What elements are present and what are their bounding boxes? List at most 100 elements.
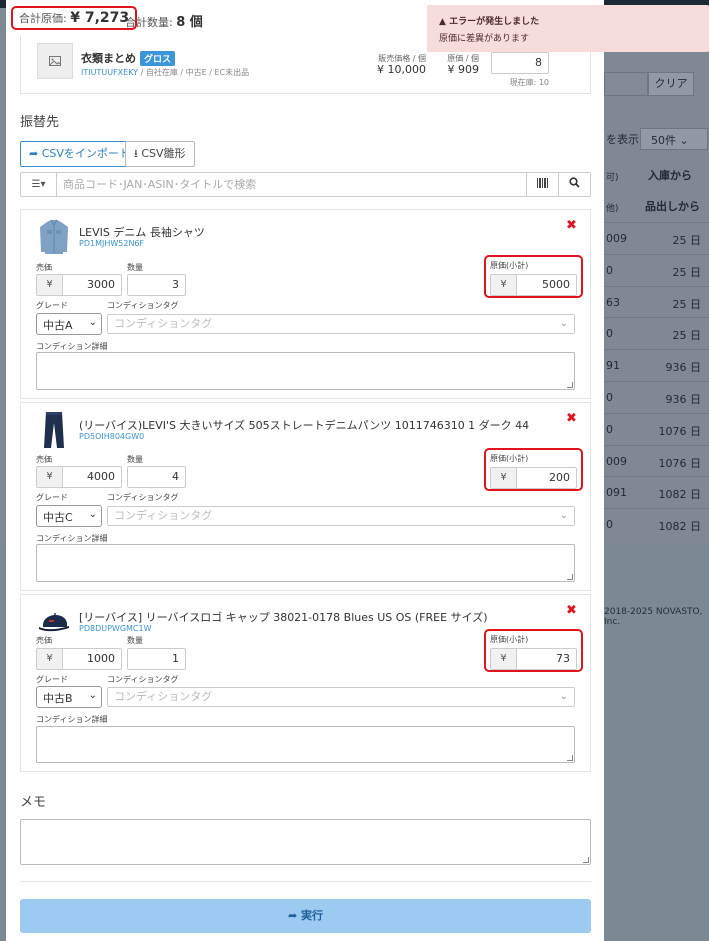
condition-detail-label: コンディション詳細	[36, 534, 108, 543]
source-item-code: ITIUTUUFXEKY / 自社在庫 / 中古E / EC未出品	[81, 68, 250, 77]
sliders-icon: ☰▾	[31, 179, 46, 190]
yen-addon: ¥	[491, 468, 517, 488]
price-input-group: ¥ 1000	[36, 648, 122, 670]
bg-cell-a: 009	[606, 232, 627, 245]
bg-cell-b: 25 日	[672, 265, 702, 279]
qty-input[interactable]: 4	[127, 466, 186, 488]
error-toast[interactable]: ▲ エラーが発生しました 原価に差異があります	[427, 5, 709, 52]
bg-table-row: 0 25 日	[604, 253, 709, 286]
condition-detail-textarea[interactable]	[36, 352, 575, 390]
image-placeholder-icon	[37, 43, 73, 79]
qty-label: 数量	[127, 455, 143, 464]
grade-label: グレード	[36, 675, 68, 684]
bg-cell-b: 1076 日	[658, 456, 702, 470]
qty-label: 数量	[127, 636, 143, 645]
condition-tag-select[interactable]: コンディションタグ ⌄	[107, 314, 575, 334]
bg-table-row: 0 936 日	[604, 381, 709, 413]
bg-cell-b: 936 日	[665, 393, 702, 406]
grade-label: グレード	[36, 301, 68, 310]
yen-addon: ¥	[37, 467, 63, 487]
transfer-modal: 合計原価: ¥ 7,273 合計数量: 8 個 衣類まとめ グロス ITIUTUU…	[6, 0, 604, 941]
qty-input[interactable]: 1	[127, 648, 186, 670]
chevron-down-icon: ⌄	[88, 317, 97, 328]
bg-cell-a: 0	[606, 327, 613, 341]
price-input[interactable]: 1000	[64, 649, 121, 669]
item-code[interactable]: PD8DUPWGMC1W	[79, 624, 152, 633]
bg-col-b-sub: 他)	[606, 204, 619, 214]
bg-cell-a: 0	[606, 391, 613, 404]
cost-input-group: ¥ 5000	[490, 274, 577, 296]
product-search-input[interactable]: 商品コード･JAN･ASIN･タイトルで検索	[61, 173, 525, 196]
condition-tag-label: コンディションタグ	[107, 675, 179, 684]
unit-cost-value: ¥ 909	[447, 63, 480, 76]
bg-cell-b: 1082 日	[658, 488, 702, 502]
cost-input[interactable]: 200	[518, 468, 576, 488]
cost-subtotal-label: 原価(小計)	[490, 261, 529, 270]
item-name: LEVIS デニム 長袖シャツ	[79, 226, 205, 239]
remove-item-icon[interactable]: ✖	[566, 603, 577, 618]
price-input-group: ¥ 3000	[36, 274, 122, 296]
chevron-down-icon: ⌄	[559, 510, 568, 521]
bg-col-b: 品出しから	[645, 200, 700, 213]
csv-template-button[interactable]: ⭳ CSV雛形	[125, 141, 195, 167]
condition-detail-textarea[interactable]	[36, 544, 575, 582]
filter-button[interactable]: ☰▾	[21, 173, 57, 196]
grade-select[interactable]: 中古B ⌄	[36, 686, 102, 708]
bg-copyright: 2018-2025 NOVASTO, Inc.	[604, 607, 703, 627]
bg-cell-a: 63	[606, 295, 620, 309]
total-qty-value: 8 個	[176, 15, 203, 30]
transfer-item-card: (リーバイス)LEVI'S 大きいサイズ 505ストレートデニムパンツ 1011…	[20, 402, 591, 591]
grade-select[interactable]: 中古C ⌄	[36, 505, 102, 527]
cost-input[interactable]: 5000	[518, 275, 576, 295]
bg-col-a: 入庫から	[648, 169, 692, 182]
item-code[interactable]: PD5OIH804GW0	[79, 432, 144, 441]
condition-tag-select[interactable]: コンディションタグ ⌄	[107, 506, 575, 526]
bg-cell-a: 091	[606, 486, 627, 500]
qty-label: 数量	[127, 263, 143, 272]
bg-table-row: 0 1076 日	[604, 412, 709, 445]
price-input[interactable]: 4000	[64, 467, 121, 487]
price-label: 売価	[36, 455, 52, 464]
search-button[interactable]	[558, 173, 590, 196]
sell-price-value: ¥ 10,000	[377, 63, 426, 76]
bg-cell-b: 25 日	[672, 297, 702, 311]
search-icon	[569, 177, 580, 188]
shirt-image	[40, 219, 68, 254]
remove-item-icon[interactable]: ✖	[566, 218, 577, 233]
execute-button[interactable]: ➦ 実行	[20, 899, 591, 933]
cost-input-group: ¥ 73	[490, 648, 577, 670]
memo-textarea[interactable]	[20, 819, 591, 865]
condition-tag-select[interactable]: コンディションタグ ⌄	[107, 687, 575, 707]
source-item-name: 衣類まとめ グロス	[81, 50, 176, 66]
bg-table-row: 63 25 日	[604, 285, 709, 318]
price-input-group: ¥ 4000	[36, 466, 122, 488]
transfer-item-card: [リーバイス] リーバイスロゴ キャップ 38021-0178 Blues US…	[20, 594, 591, 772]
grade-select[interactable]: 中古A ⌄	[36, 313, 102, 335]
current-stock: 現在庫: 10	[509, 78, 549, 87]
cost-input[interactable]: 73	[518, 649, 576, 669]
warning-icon: ▲	[439, 17, 446, 27]
qty-input[interactable]: 3	[127, 274, 186, 296]
csv-import-button[interactable]: ➦ CSVをインポート	[20, 141, 139, 167]
total-qty: 合計数量: 8 個	[125, 11, 203, 30]
source-qty-input[interactable]: 8	[491, 52, 549, 74]
item-code[interactable]: PD1MJHW52N6F	[79, 239, 144, 248]
remove-item-icon[interactable]: ✖	[566, 411, 577, 426]
jeans-image	[44, 412, 64, 448]
bg-per-page-select: 50件 ⌄	[640, 128, 708, 150]
gross-badge: グロス	[140, 51, 176, 66]
total-qty-label: 合計数量:	[125, 16, 173, 29]
chevron-down-icon: ⌄	[88, 509, 97, 520]
barcode-icon	[536, 178, 548, 188]
barcode-button[interactable]	[526, 173, 558, 196]
condition-tag-label: コンディションタグ	[107, 493, 179, 502]
share-icon: ➦	[29, 147, 39, 160]
bg-cell-a: 0	[606, 422, 613, 436]
item-name: [リーバイス] リーバイスロゴ キャップ 38021-0178 Blues US…	[79, 611, 488, 624]
yen-addon: ¥	[491, 275, 517, 295]
total-cost-label: 合計原価:	[19, 12, 67, 25]
condition-detail-textarea[interactable]	[36, 726, 575, 763]
total-cost-value: ¥ 7,273	[70, 10, 130, 26]
chevron-down-icon: ⌄	[88, 690, 97, 701]
price-input[interactable]: 3000	[64, 275, 121, 295]
